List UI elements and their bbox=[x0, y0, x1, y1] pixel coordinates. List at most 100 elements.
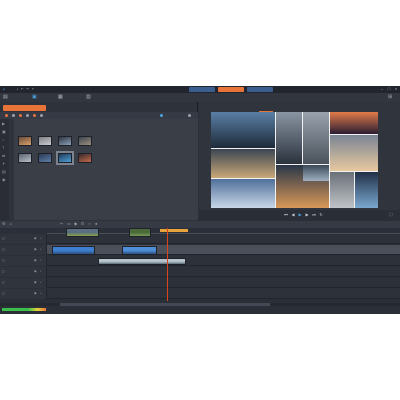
timeline-track[interactable]: ◻ ◉ ♪ bbox=[0, 267, 400, 277]
timeline-clip[interactable] bbox=[98, 258, 186, 265]
library-thumbnail[interactable] bbox=[58, 136, 72, 146]
layout-icon[interactable]: ⊞ bbox=[388, 95, 393, 100]
fast-forward-icon[interactable]: ⏭ bbox=[312, 213, 316, 217]
title-bar: ● ▪ ↶ ↷ ? – □ × bbox=[0, 86, 400, 93]
timeline-clip[interactable] bbox=[122, 246, 157, 255]
marker-icon[interactable]: ◆ bbox=[74, 222, 78, 226]
track-header[interactable]: ◻ ◉ ♪ bbox=[0, 289, 47, 299]
track-lock-icon[interactable]: ◻ bbox=[2, 248, 5, 251]
step-forward-icon[interactable]: ▶ bbox=[305, 213, 309, 217]
track-audio-icon[interactable]: ♪ bbox=[40, 248, 43, 251]
track-lock-icon[interactable]: ◻ bbox=[2, 259, 5, 262]
step-back-icon[interactable]: ◀ bbox=[291, 213, 295, 217]
loop-icon[interactable]: ↻ bbox=[319, 213, 323, 217]
track-lock-icon[interactable]: ◻ bbox=[2, 292, 5, 295]
track-lock-icon[interactable]: ◻ bbox=[2, 281, 5, 284]
settings-icon[interactable]: ⚙ bbox=[2, 222, 6, 226]
timeline-track[interactable]: ◻ ◉ ♪ bbox=[0, 278, 400, 288]
trash-icon[interactable]: ▭ bbox=[67, 222, 71, 226]
collection-icon[interactable] bbox=[40, 114, 43, 117]
timeline-clip[interactable] bbox=[52, 246, 95, 255]
tab-mode-1[interactable] bbox=[189, 87, 215, 92]
track-visibility-icon[interactable]: ◉ bbox=[34, 237, 37, 240]
tab-mode-2[interactable] bbox=[218, 87, 244, 92]
track-header[interactable]: ◻ ◉ ♪ bbox=[0, 234, 47, 244]
rewind-icon[interactable]: ⏮ bbox=[284, 213, 288, 217]
video-icon[interactable]: ▶ bbox=[2, 122, 6, 126]
rating-icon[interactable] bbox=[19, 114, 22, 117]
library-menu-icon[interactable] bbox=[188, 114, 191, 117]
track-visibility-icon[interactable]: ◉ bbox=[34, 259, 37, 262]
library-tab[interactable] bbox=[3, 105, 46, 111]
effect-icon[interactable]: ✦ bbox=[2, 162, 6, 166]
disc-menu-icon[interactable]: ◉ bbox=[2, 178, 6, 182]
razor-icon[interactable]: ✂ bbox=[60, 222, 64, 226]
library-thumbnail[interactable] bbox=[18, 136, 32, 146]
track-audio-icon[interactable]: ♪ bbox=[40, 281, 43, 284]
track-visibility-icon[interactable]: ◉ bbox=[34, 281, 37, 284]
track-header[interactable]: ◻ ◉ ♪ bbox=[0, 267, 47, 277]
track-visibility-icon[interactable]: ◉ bbox=[34, 270, 37, 273]
panel-toggle-icon[interactable]: ▤ bbox=[3, 95, 8, 100]
track-lock-icon[interactable]: ◻ bbox=[2, 270, 5, 273]
tab-mode-3[interactable] bbox=[247, 87, 273, 92]
track-header[interactable]: ◻ ◉ ♪ bbox=[0, 245, 47, 255]
library-thumbnail[interactable] bbox=[56, 151, 74, 165]
track-audio-icon[interactable]: ♪ bbox=[40, 237, 43, 240]
track-header[interactable]: ◻ ◉ ♪ bbox=[0, 256, 47, 266]
workspace-toolbar: ▤ ▣ ▦ ▥ ⊞ bbox=[0, 93, 400, 102]
close-icon[interactable]: × bbox=[394, 87, 398, 91]
library-thumbnail[interactable] bbox=[78, 153, 92, 163]
redo-icon[interactable]: ↷ bbox=[26, 87, 29, 91]
timeline-tracks: ◻ ◉ ♪ ◻ ◉ ♪ ◻ ◉ ♪ ◻ ◉ ♪ ◻ ◉ ♪ ◻ ◉ ♪ bbox=[0, 228, 400, 301]
view-icon[interactable] bbox=[12, 114, 15, 117]
app-logo-icon[interactable]: ● bbox=[3, 87, 5, 91]
search-icon[interactable] bbox=[160, 114, 163, 117]
photo-icon[interactable]: ▣ bbox=[2, 130, 6, 134]
save-icon[interactable]: ▪ bbox=[17, 87, 18, 91]
timeline-scroll-thumb[interactable] bbox=[60, 303, 270, 306]
filter-icon[interactable] bbox=[5, 114, 8, 117]
work-area-bar[interactable] bbox=[160, 229, 188, 232]
transition-icon[interactable]: ⇄ bbox=[2, 154, 6, 158]
library-thumbnail[interactable] bbox=[18, 153, 32, 163]
audio-mixer-icon[interactable]: ♫ bbox=[9, 222, 13, 226]
library-thumbnail[interactable] bbox=[78, 136, 92, 146]
playhead[interactable] bbox=[167, 228, 168, 301]
minimize-icon[interactable]: – bbox=[380, 87, 384, 91]
track-audio-icon[interactable]: ♪ bbox=[40, 259, 43, 262]
track-visibility-icon[interactable]: ◉ bbox=[34, 248, 37, 251]
title-icon[interactable]: T bbox=[2, 146, 6, 150]
timeline-scrollbar[interactable] bbox=[0, 303, 400, 306]
timeline-clip[interactable] bbox=[129, 228, 151, 237]
timeline-clip[interactable] bbox=[66, 228, 99, 237]
play-button[interactable]: ▶ bbox=[298, 213, 302, 217]
preview-tile bbox=[355, 172, 378, 208]
preview-tile bbox=[330, 135, 378, 171]
library-thumbnail[interactable] bbox=[38, 153, 52, 163]
maximize-icon[interactable]: □ bbox=[387, 87, 391, 91]
undo-icon[interactable]: ↶ bbox=[21, 87, 24, 91]
project-view-icon[interactable]: ▥ bbox=[86, 95, 91, 100]
help-icon[interactable]: ? bbox=[32, 87, 34, 91]
browser-view-icon[interactable]: ▦ bbox=[58, 95, 63, 100]
montage-icon[interactable]: ▤ bbox=[2, 170, 6, 174]
timeline-track[interactable]: ◻ ◉ ♪ bbox=[0, 289, 400, 299]
track-visibility-icon[interactable]: ◉ bbox=[34, 292, 37, 295]
track-audio-icon[interactable]: ♪ bbox=[40, 270, 43, 273]
video-preview[interactable] bbox=[211, 112, 378, 208]
fullscreen-icon[interactable]: ⛶ bbox=[389, 213, 393, 217]
magnet-icon[interactable]: ∩ bbox=[88, 222, 92, 226]
voice-over-icon[interactable]: ● bbox=[95, 222, 99, 226]
library-view-icon[interactable]: ▣ bbox=[32, 95, 37, 100]
timeline-track[interactable]: ◻ ◉ ♪ bbox=[0, 234, 400, 244]
timeline-track[interactable]: ◻ ◉ ♪ bbox=[0, 256, 400, 266]
track-audio-icon[interactable]: ♪ bbox=[40, 292, 43, 295]
track-header[interactable]: ◻ ◉ ♪ bbox=[0, 278, 47, 288]
sort-icon[interactable] bbox=[33, 114, 36, 117]
library-thumbnail[interactable] bbox=[38, 136, 52, 146]
track-lock-icon[interactable]: ◻ bbox=[2, 237, 5, 240]
snap-icon[interactable]: ⊡ bbox=[81, 222, 85, 226]
audio-icon[interactable]: ♪ bbox=[2, 138, 6, 142]
tag-icon[interactable] bbox=[26, 114, 29, 117]
